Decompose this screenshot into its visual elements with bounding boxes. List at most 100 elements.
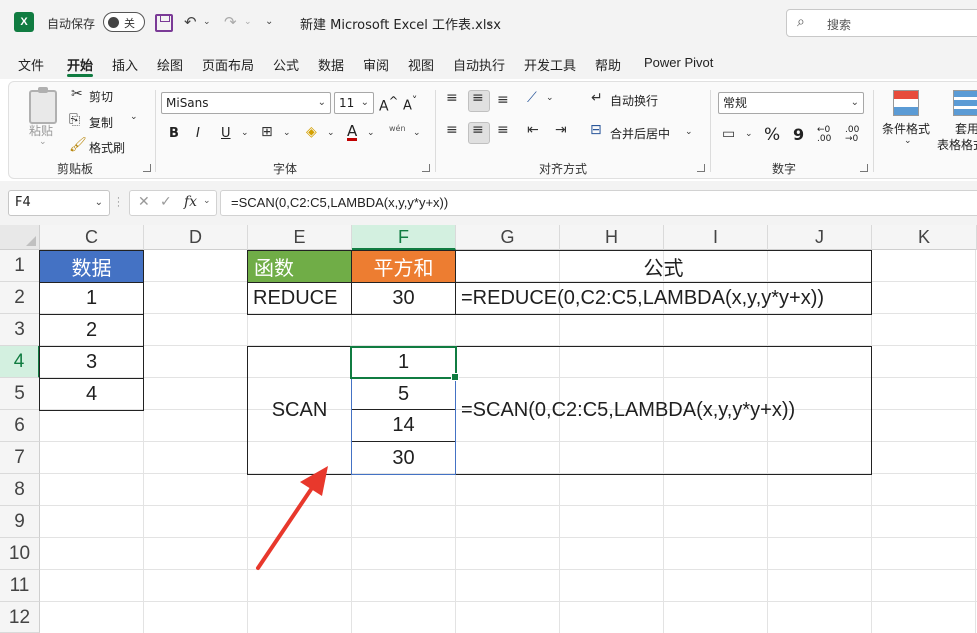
phonetic-icon[interactable]: wén: [389, 124, 406, 133]
table-format-label-2[interactable]: 表格格式: [937, 136, 977, 153]
cell-g1-merged[interactable]: 公式: [455, 250, 872, 283]
accounting-format-icon[interactable]: ▭: [722, 126, 735, 142]
fx-dropdown-icon[interactable]: ⌄: [203, 196, 211, 206]
row-header-8[interactable]: 8: [0, 474, 40, 506]
tab-review[interactable]: 审阅: [363, 55, 389, 74]
redo-icon[interactable]: ↷: [224, 12, 237, 32]
copy-icon[interactable]: ⎘: [69, 112, 80, 128]
formula-input[interactable]: =SCAN(0,C2:C5,LAMBDA(x,y,y*y+x)): [220, 190, 977, 216]
row-header-11[interactable]: 11: [0, 570, 40, 602]
cell-c2[interactable]: 1: [39, 282, 144, 315]
table-format-icon[interactable]: [953, 90, 977, 116]
cell-c5[interactable]: 4: [39, 378, 144, 411]
borders-icon[interactable]: ⊞: [261, 124, 273, 140]
number-launcher-icon[interactable]: [860, 164, 868, 172]
font-name-select[interactable]: MiSans ⌄: [161, 92, 331, 114]
conditional-format-label[interactable]: 条件格式: [882, 120, 930, 137]
cancel-icon[interactable]: ✕: [138, 194, 150, 210]
active-cell-selection[interactable]: [350, 346, 459, 381]
accounting-dropdown-icon[interactable]: ⌄: [745, 129, 753, 139]
tab-formulas[interactable]: 公式: [273, 55, 299, 74]
tab-file[interactable]: 文件: [18, 55, 44, 74]
row-header-1[interactable]: 1: [0, 250, 40, 282]
title-dropdown-icon[interactable]: ⌄: [486, 13, 494, 33]
orientation-dropdown-icon[interactable]: ⌄: [546, 93, 554, 103]
cell-c1[interactable]: 数据: [39, 250, 144, 283]
row-header-9[interactable]: 9: [0, 506, 40, 538]
select-all-button[interactable]: [0, 225, 40, 250]
cut-icon[interactable]: ✂: [71, 86, 83, 102]
column-header-d[interactable]: D: [144, 225, 248, 250]
comma-style-button[interactable]: 9: [793, 125, 804, 144]
format-painter-label[interactable]: 格式刷: [89, 139, 125, 156]
shrink-font-button[interactable]: A˅: [403, 94, 417, 113]
conditional-dropdown-icon[interactable]: ⌄: [904, 136, 912, 146]
cut-label[interactable]: 剪切: [89, 88, 113, 105]
search-box[interactable]: ⌕ 搜索: [786, 9, 977, 37]
cell-e4-merged[interactable]: SCAN: [248, 347, 351, 474]
copy-dropdown-icon[interactable]: ⌄: [130, 112, 138, 122]
wrap-text-icon[interactable]: ↵: [591, 90, 603, 106]
cell-f1[interactable]: 平方和: [351, 250, 456, 283]
tab-home[interactable]: 开始: [67, 55, 93, 74]
column-header-e[interactable]: E: [248, 225, 352, 250]
alignment-launcher-icon[interactable]: [697, 164, 705, 172]
row-header-10[interactable]: 10: [0, 538, 40, 570]
cell-e1[interactable]: 函数: [247, 250, 352, 283]
tab-page-layout[interactable]: 页面布局: [202, 55, 254, 74]
font-color-icon[interactable]: A: [347, 124, 358, 141]
tab-view[interactable]: 视图: [408, 55, 434, 74]
paste-icon[interactable]: [29, 87, 57, 124]
underline-dropdown-icon[interactable]: ⌄: [241, 128, 249, 138]
more-options-icon[interactable]: · · ·: [117, 195, 120, 212]
tab-developer[interactable]: 开发工具: [524, 55, 576, 74]
grow-font-button[interactable]: A^: [379, 94, 398, 115]
increase-decimal-button[interactable]: ←0.00: [817, 126, 831, 144]
number-format-select[interactable]: 常规 ⌄: [718, 92, 864, 114]
cell-c3[interactable]: 2: [39, 314, 144, 347]
tab-power-pivot[interactable]: Power Pivot: [644, 55, 713, 70]
copy-label[interactable]: 复制: [89, 114, 113, 131]
orientation-icon[interactable]: ⟋: [527, 90, 537, 106]
fill-color-icon[interactable]: ◈: [306, 124, 317, 140]
row-header-2[interactable]: 2: [0, 282, 40, 314]
align-right-icon[interactable]: ≡: [497, 122, 509, 138]
insert-function-button[interactable]: fx: [184, 194, 197, 210]
merge-dropdown-icon[interactable]: ⌄: [685, 127, 693, 137]
cell-g4-merged[interactable]: =SCAN(0,C2:C5,LAMBDA(x,y,y*y+x)): [456, 347, 871, 474]
align-left-icon[interactable]: ≡: [446, 122, 458, 138]
align-middle-icon[interactable]: ≡: [472, 90, 484, 106]
undo-icon[interactable]: ↶: [184, 12, 197, 32]
conditional-format-icon[interactable]: [893, 90, 919, 116]
format-painter-icon[interactable]: 🖌: [69, 137, 87, 153]
tab-automate[interactable]: 自动执行: [453, 55, 505, 74]
underline-button[interactable]: U: [221, 126, 231, 141]
column-header-f[interactable]: F: [352, 225, 456, 250]
column-header-j[interactable]: J: [768, 225, 872, 250]
column-header-g[interactable]: G: [456, 225, 560, 250]
fill-dropdown-icon[interactable]: ⌄: [327, 128, 335, 138]
align-top-icon[interactable]: ≡: [446, 90, 458, 106]
row-header-4[interactable]: 4: [0, 346, 40, 378]
row-header-6[interactable]: 6: [0, 410, 40, 442]
font-color-dropdown-icon[interactable]: ⌄: [367, 128, 375, 138]
tab-data[interactable]: 数据: [318, 55, 344, 74]
redo-dropdown-icon[interactable]: ⌄: [244, 12, 252, 32]
confirm-icon[interactable]: ✓: [160, 194, 172, 210]
tab-help[interactable]: 帮助: [595, 55, 621, 74]
bold-button[interactable]: B: [169, 126, 179, 141]
customize-toolbar-icon[interactable]: ⌄: [265, 12, 273, 32]
cell-c4[interactable]: 3: [39, 346, 144, 379]
percent-button[interactable]: %: [764, 125, 780, 145]
row-header-5[interactable]: 5: [0, 378, 40, 410]
column-header-c[interactable]: C: [40, 225, 144, 250]
clipboard-launcher-icon[interactable]: [143, 164, 151, 172]
merge-center-label[interactable]: 合并后居中: [610, 125, 670, 142]
borders-dropdown-icon[interactable]: ⌄: [283, 128, 291, 138]
merge-center-icon[interactable]: ⊟: [590, 122, 602, 138]
table-format-label-1[interactable]: 套用: [955, 120, 977, 137]
tab-draw[interactable]: 绘图: [157, 55, 183, 74]
paste-dropdown-icon[interactable]: ⌄: [39, 137, 47, 147]
phonetic-dropdown-icon[interactable]: ⌄: [413, 128, 421, 138]
wrap-text-label[interactable]: 自动换行: [610, 92, 658, 109]
